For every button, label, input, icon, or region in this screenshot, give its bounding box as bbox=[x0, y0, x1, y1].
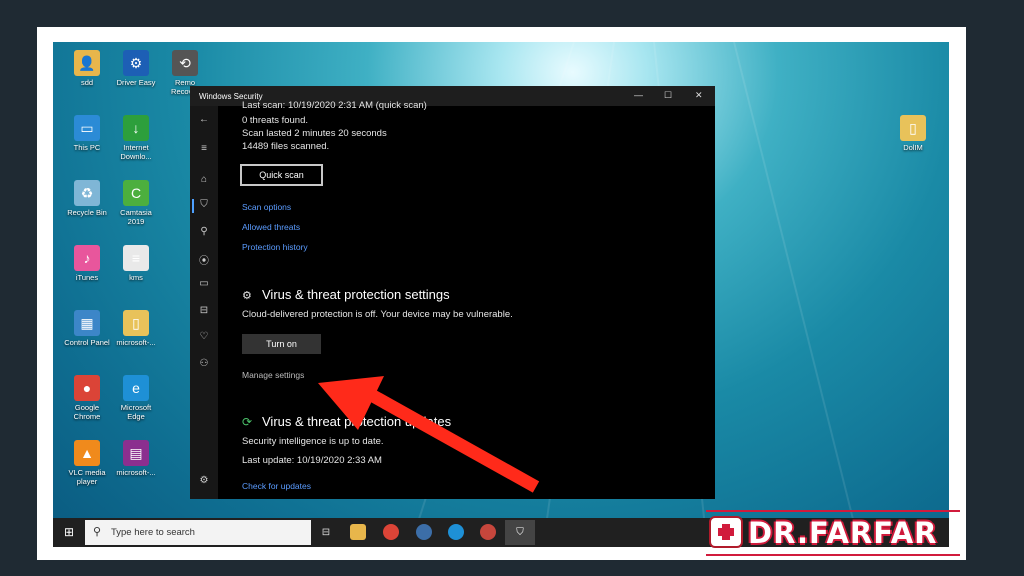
files-scanned-text: 14489 files scanned. bbox=[242, 141, 330, 152]
first-aid-kit-icon bbox=[709, 516, 743, 548]
task-view-icon[interactable]: ⊟ bbox=[318, 524, 334, 540]
search-icon: ⚲ bbox=[93, 526, 102, 538]
app-globe-icon[interactable] bbox=[416, 524, 432, 540]
windows-security-taskbar-icon[interactable]: ⛉ bbox=[505, 520, 535, 545]
desktop-icon[interactable]: ♻ Recycle Bin bbox=[62, 180, 112, 217]
desktop-app-icon: ♻ bbox=[74, 180, 100, 206]
account-person-icon[interactable]: ⚲ bbox=[190, 226, 218, 237]
scan-duration-text: Scan lasted 2 minutes 20 seconds bbox=[242, 128, 387, 139]
desktop-icon[interactable]: ♪ iTunes bbox=[62, 245, 112, 282]
desktop-icon-label: sdd bbox=[80, 78, 94, 87]
quick-scan-button[interactable]: Quick scan bbox=[240, 164, 323, 186]
desktop-icon-label: microsoft-... bbox=[116, 338, 156, 347]
desktop-app-icon: ▯ bbox=[900, 115, 926, 141]
settings-gear-icon[interactable]: ⚙ bbox=[190, 475, 218, 486]
scan-options-link[interactable]: Scan options bbox=[242, 202, 291, 212]
protection-history-link[interactable]: Protection history bbox=[242, 242, 308, 252]
app-browser-control-icon[interactable]: ▭ bbox=[190, 278, 218, 289]
last-update-text: Last update: 10/19/2020 2:33 AM bbox=[242, 455, 382, 466]
desktop-icon-label: Internet Downlo... bbox=[120, 143, 152, 161]
desktop-icon[interactable]: ▤ microsoft-... bbox=[111, 440, 161, 477]
desktop-icon[interactable]: ⚙ Driver Easy bbox=[111, 50, 161, 87]
turn-on-button[interactable]: Turn on bbox=[242, 334, 321, 354]
desktop-icon[interactable]: e Microsoft Edge bbox=[111, 375, 161, 421]
desktop-app-icon: ♪ bbox=[74, 245, 100, 271]
desktop-app-icon: ▭ bbox=[74, 115, 100, 141]
device-health-heart-icon[interactable]: ♡ bbox=[190, 331, 218, 342]
shield-icon[interactable]: ⛉ bbox=[190, 199, 218, 210]
desktop-app-icon: 👤 bbox=[74, 50, 100, 76]
desktop-icon[interactable]: 👤 sdd bbox=[62, 50, 112, 87]
taskbar-search-box[interactable]: ⚲ Type here to search bbox=[85, 520, 311, 545]
check-for-updates-link[interactable]: Check for updates bbox=[242, 481, 311, 491]
desktop-icon[interactable]: ▲ VLC media player bbox=[62, 440, 112, 486]
desktop-icon-label: DolIM bbox=[903, 143, 923, 152]
allowed-threats-link[interactable]: Allowed threats bbox=[242, 222, 300, 232]
desktop-icon-label: Driver Easy bbox=[116, 78, 156, 87]
desktop-icon[interactable]: ↓ Internet Downlo... bbox=[111, 115, 161, 161]
watermark-brand-text: DR.FARFAR bbox=[748, 516, 938, 550]
desktop-icon[interactable]: ▯ microsoft-... bbox=[111, 310, 161, 347]
cloud-protection-warning: Cloud-delivered protection is off. Your … bbox=[242, 309, 513, 320]
desktop-app-icon: ● bbox=[74, 375, 100, 401]
desktop-icon-label: This PC bbox=[73, 143, 101, 152]
family-options-icon[interactable]: ⚇ bbox=[190, 358, 218, 369]
hamburger-menu-icon[interactable]: ≡ bbox=[190, 143, 218, 154]
manage-settings-link[interactable]: Manage settings bbox=[242, 370, 304, 380]
maximize-button[interactable]: ☐ bbox=[664, 90, 672, 101]
intelligence-status-text: Security intelligence is up to date. bbox=[242, 436, 384, 447]
last-scan-text: Last scan: 10/19/2020 2:31 AM (quick sca… bbox=[242, 100, 427, 111]
device-security-icon[interactable]: ⊟ bbox=[190, 305, 218, 316]
close-button[interactable]: ✕ bbox=[695, 90, 703, 101]
desktop-app-icon: e bbox=[123, 375, 149, 401]
desktop-app-icon: ▯ bbox=[123, 310, 149, 336]
desktop-app-icon: ▲ bbox=[74, 440, 100, 466]
desktop-icon-label: Control Panel bbox=[64, 338, 110, 347]
desktop-app-icon: ↓ bbox=[123, 115, 149, 141]
chrome-profile-icon[interactable] bbox=[480, 524, 496, 540]
desktop-icon-label: microsoft-... bbox=[116, 468, 156, 477]
search-placeholder: Type here to search bbox=[111, 527, 195, 538]
settings-section-title: Virus & threat protection settings bbox=[262, 287, 450, 302]
desktop-icon-label: iTunes bbox=[75, 273, 99, 282]
file-explorer-icon[interactable] bbox=[350, 524, 366, 540]
minimize-button[interactable]: — bbox=[634, 90, 643, 100]
chrome-icon[interactable] bbox=[383, 524, 399, 540]
back-arrow-icon[interactable]: ← bbox=[190, 114, 218, 125]
desktop-app-icon: ▦ bbox=[74, 310, 100, 336]
desktop-app-icon: ▤ bbox=[123, 440, 149, 466]
desktop-icon-label: Google Chrome bbox=[73, 403, 101, 421]
desktop-icon[interactable]: ● Google Chrome bbox=[62, 375, 112, 421]
watermark-logo: DR.FARFAR bbox=[706, 510, 960, 558]
desktop-app-icon: C bbox=[123, 180, 149, 206]
updates-section-title: Virus & threat protection updates bbox=[262, 414, 452, 429]
desktop-app-icon: ⚙ bbox=[123, 50, 149, 76]
desktop-icon[interactable]: C Camtasia 2019 bbox=[111, 180, 161, 226]
desktop-icon-label: VLC media player bbox=[68, 468, 106, 486]
desktop-icon-label: Camtasia 2019 bbox=[120, 208, 152, 226]
settings-gear-shield-icon: ⚙ bbox=[242, 290, 252, 302]
windows-security-window: Windows Security — ☐ ✕ ← ≡ ⌂ ⛉ ⚲ ⦿ ▭ ⊟ ♡… bbox=[190, 86, 715, 499]
firewall-network-icon[interactable]: ⦿ bbox=[190, 252, 218, 267]
update-sync-icon: ⟳ bbox=[242, 415, 253, 429]
nav-rail: ← ≡ ⌂ ⛉ ⚲ ⦿ ▭ ⊟ ♡ ⚇ ⚙ bbox=[190, 106, 218, 499]
desktop-icon[interactable]: ▦ Control Panel bbox=[62, 310, 112, 347]
desktop-icon[interactable]: ▯ DolIM bbox=[888, 115, 938, 152]
desktop-icon-label: kms bbox=[129, 273, 143, 282]
desktop-icon-label: Recycle Bin bbox=[67, 208, 107, 217]
windows-start-icon[interactable]: ⊞ bbox=[61, 524, 77, 540]
home-icon[interactable]: ⌂ bbox=[190, 174, 218, 185]
desktop-app-icon: ⟲ bbox=[172, 50, 198, 76]
desktop-icon[interactable]: ≡ kms bbox=[111, 245, 161, 282]
desktop-icon[interactable]: ▭ This PC bbox=[62, 115, 112, 152]
desktop-app-icon: ≡ bbox=[123, 245, 149, 271]
desktop-icon-label: Microsoft Edge bbox=[120, 403, 152, 421]
threats-found-text: 0 threats found. bbox=[242, 115, 309, 126]
edge-icon[interactable] bbox=[448, 524, 464, 540]
